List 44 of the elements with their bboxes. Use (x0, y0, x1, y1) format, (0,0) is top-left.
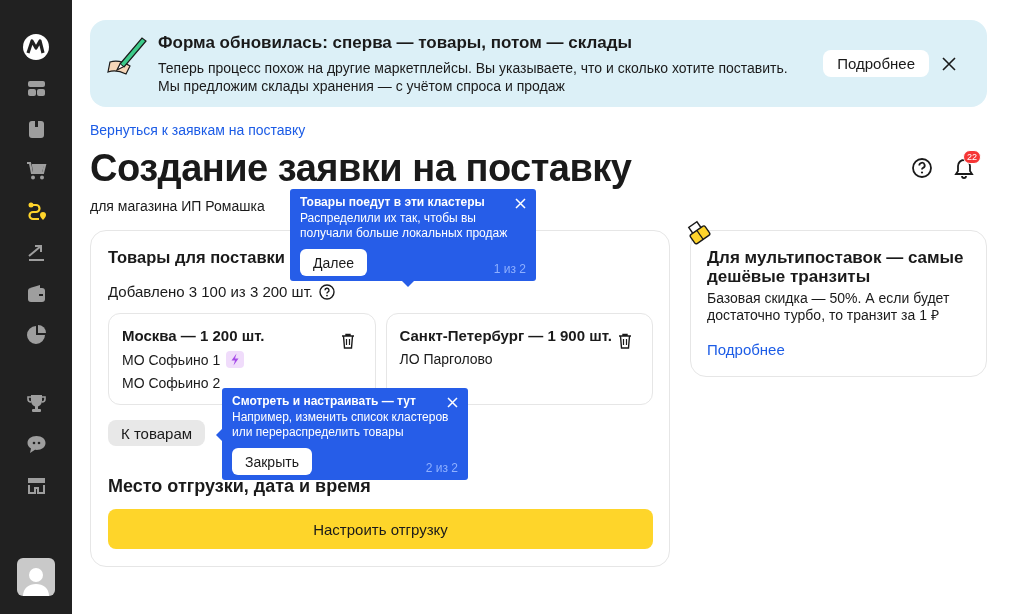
added-count: Добавлено 3 100 из 3 200 шт. (108, 283, 313, 300)
dashboard-icon[interactable] (25, 78, 47, 99)
store-icon[interactable] (25, 475, 47, 496)
route-icon[interactable] (25, 201, 47, 222)
tooltip-text: Распределили их так, чтобы вы получали больше локальных продаж (300, 211, 509, 241)
details-button[interactable]: Подробнее (823, 50, 929, 77)
section-title: Место отгрузки, дата и время (108, 476, 372, 497)
trash-icon[interactable] (618, 333, 632, 349)
wallet-icon[interactable] (25, 283, 47, 304)
banner-title: Форма обновилась: сперва — товары, потом — склады (158, 32, 634, 53)
tooltip-title: Товары поедут в эти кластеры (300, 195, 485, 209)
page-title: Создание заявки на поставку (90, 148, 633, 188)
logo-icon[interactable] (23, 34, 49, 60)
help-icon[interactable] (319, 283, 335, 300)
card-title: Товары для поставки (108, 248, 285, 267)
step-counter: 2 из 2 (425, 461, 458, 475)
chat-icon[interactable] (25, 434, 47, 455)
store-subtitle: для магазина ИП Ромашка (90, 198, 265, 214)
cluster-title: Санкт-Петербург — 1 900 шт. (399, 327, 612, 344)
warehouse-name: МО Софьино 1 (122, 351, 221, 368)
notification-badge: 22 (963, 150, 981, 164)
details-link[interactable]: Подробнее (707, 341, 785, 358)
pie-chart-icon[interactable] (25, 324, 47, 345)
tooltip-button[interactable]: Далее (300, 249, 367, 276)
close-icon[interactable] (941, 55, 957, 72)
trophy-icon[interactable] (25, 393, 47, 414)
promo-text: Базовая скидка — 50%. А если будет достаточно турбо, то транзит за 1 ₽ (707, 290, 951, 324)
cart-icon[interactable] (25, 160, 47, 181)
cluster-title: Москва — 1 200 шт. (122, 327, 265, 344)
tooltip-text: Например, изменить список кластеров или перераспределить товары (232, 410, 450, 440)
help-icon[interactable] (911, 157, 933, 179)
avatar[interactable] (17, 558, 55, 596)
warehouse-name: ЛО Парголово (399, 351, 493, 367)
to-goods-button[interactable]: К товарам (108, 420, 206, 446)
back-link[interactable]: Вернуться к заявкам на поставку (90, 122, 306, 138)
banner-text: Мы предложим склады хранения — с учётом спроса и продаж (158, 76, 566, 95)
tooltip-button[interactable]: Закрыть (232, 448, 312, 475)
warehouse-name: МО Софьино 2 (122, 375, 221, 391)
banner-text: Теперь процесс похож на другие маркетплейсы. Вы указываете, что и сколько хотите поставить. (158, 58, 789, 77)
configure-shipment-button[interactable]: Настроить отгрузку (108, 509, 653, 549)
trash-icon[interactable] (340, 333, 355, 349)
tooltip-title: Смотреть и настраивать — тут (232, 394, 416, 408)
step-counter: 1 из 2 (493, 262, 526, 276)
promo-title: Для мультипоставок — самые дешёвые транзиты (707, 248, 965, 286)
